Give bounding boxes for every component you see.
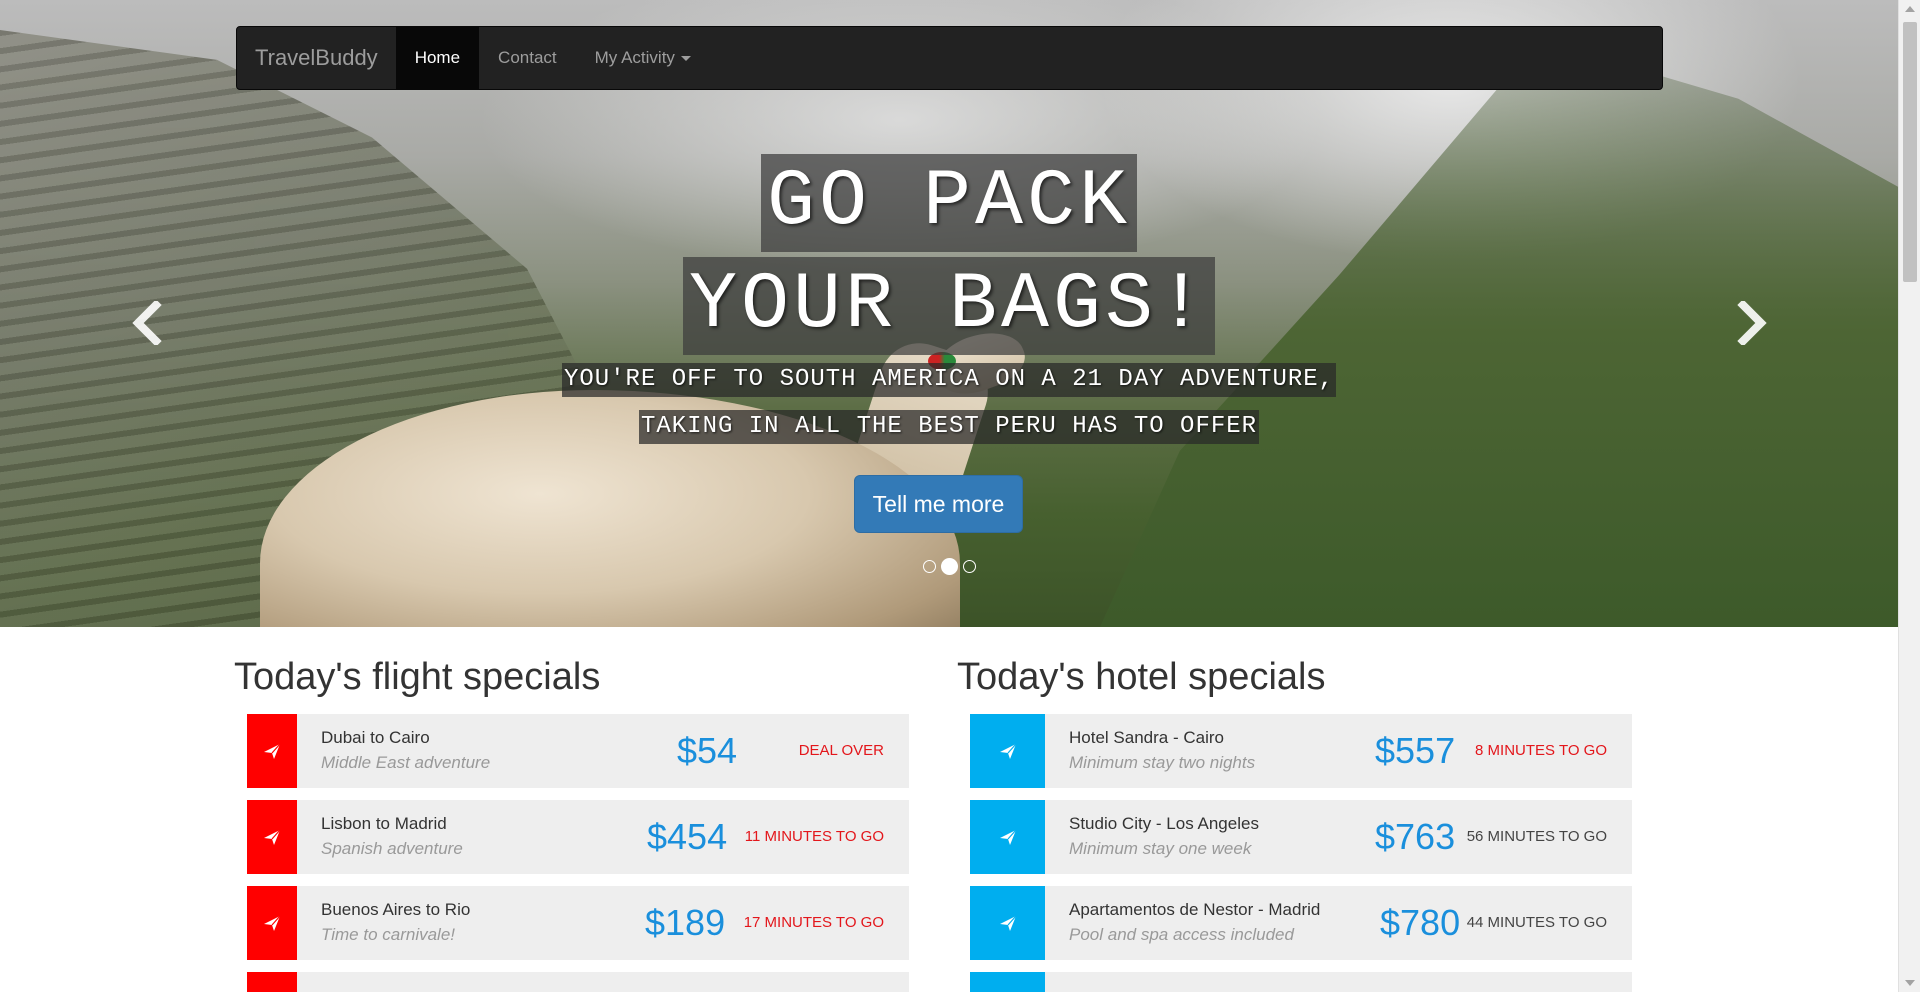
deal-price: $54: [677, 730, 738, 771]
flight-deal-icon-box: [247, 886, 297, 960]
deal-title: Buenos Aires to Rio: [321, 900, 471, 919]
carousel-indicator-2[interactable]: [940, 558, 958, 575]
deal-title: Studio City - Los Angeles: [1069, 814, 1259, 833]
deal-price: $780: [1380, 902, 1461, 943]
flight-deal-icon-box: [247, 972, 297, 992]
caret-down-icon: [680, 56, 691, 62]
flight-deal-row[interactable]: Dubai to Cairo Middle East adventure $54…: [247, 714, 909, 788]
nav-item-my-activity-label: My Activity: [594, 48, 675, 67]
deal-subtitle: Middle East adventure: [321, 753, 491, 772]
deal-subtitle: Pool and spa access included: [1069, 925, 1294, 944]
flight-deal-icon-box: [247, 714, 297, 788]
paper-plane-icon: [999, 829, 1016, 845]
flight-specials-heading: Today's flight specials: [234, 656, 601, 698]
deal-title: Lisbon to Madrid: [321, 814, 447, 833]
deal-subtitle: Minimum stay one week: [1069, 839, 1252, 858]
deal-status: 17 MINUTES TO GO: [743, 914, 884, 931]
page: TravelBuddy Home Contact My Activity GO …: [0, 0, 1898, 992]
deal-price: $454: [647, 816, 728, 857]
flight-deal-row-partial[interactable]: [247, 972, 909, 992]
hero-subheading-line-1-text: YOU'RE OFF TO SOUTH AMERICA ON A 21 DAY …: [561, 363, 1337, 397]
deal-status: 44 MINUTES TO GO: [1466, 914, 1607, 931]
navbar-brand[interactable]: TravelBuddy: [237, 27, 396, 89]
hotel-deal-icon-box: [970, 886, 1045, 960]
carousel-indicator-3[interactable]: [962, 560, 976, 573]
hotel-deal-icon-box: [970, 714, 1045, 788]
flight-specials: Today's flight specials Dubai to Cairo M…: [234, 640, 914, 992]
hotel-deal-icon-box: [970, 972, 1045, 992]
nav-item-home-label: Home: [414, 48, 461, 67]
nav-item-contact-label: Contact: [498, 48, 557, 67]
hotel-deal-row[interactable]: Apartamentos de Nestor - Madrid Pool and…: [970, 886, 1632, 960]
deal-title: Hotel Sandra - Cairo: [1069, 728, 1224, 747]
hero-headline-line-1-text: GO PACK: [760, 154, 1138, 252]
hotel-specials-heading: Today's hotel specials: [957, 656, 1326, 698]
carousel-indicators: [0, 558, 1898, 575]
deal-status: 8 MINUTES TO GO: [1475, 742, 1607, 759]
deal-subtitle: Time to carnivale!: [321, 925, 456, 944]
hero-subheading-line-2-text: TAKING IN ALL THE BEST PERU HAS TO OFFER: [638, 410, 1260, 444]
hero-headline-line-2: YOUR BAGS!: [0, 257, 1898, 355]
hotel-deal-icon-box: [970, 800, 1045, 874]
paper-plane-icon: [999, 915, 1016, 931]
navbar: TravelBuddy Home Contact My Activity: [236, 26, 1663, 90]
scrollbar-thumb[interactable]: [1903, 22, 1917, 282]
hotel-deal-row-partial[interactable]: [970, 972, 1632, 992]
flight-deal-row[interactable]: Lisbon to Madrid Spanish adventure $454 …: [247, 800, 909, 874]
hero-carousel: TravelBuddy Home Contact My Activity GO …: [0, 0, 1898, 627]
deal-price: $763: [1375, 816, 1456, 857]
hotel-deal-row[interactable]: Hotel Sandra - Cairo Minimum stay two ni…: [970, 714, 1632, 788]
hero-headline-line-1: GO PACK: [0, 154, 1898, 252]
deal-price: $189: [645, 902, 726, 943]
paper-plane-icon: [264, 743, 281, 759]
nav-item-home[interactable]: Home: [395, 27, 480, 89]
deal-subtitle: Minimum stay two nights: [1069, 753, 1256, 772]
deal-title: Dubai to Cairo: [321, 728, 430, 747]
nav-item-contact[interactable]: Contact: [479, 27, 576, 89]
scroll-up-arrow-icon[interactable]: [1905, 6, 1915, 12]
hotel-specials: Today's hotel specials Hotel Sandra - Ca…: [957, 640, 1637, 992]
paper-plane-icon: [999, 743, 1016, 759]
flight-deal-icon-box: [247, 800, 297, 874]
paper-plane-icon: [264, 829, 281, 845]
hero-subheading-line-2: TAKING IN ALL THE BEST PERU HAS TO OFFER: [0, 410, 1898, 444]
deal-status: 11 MINUTES TO GO: [744, 828, 884, 845]
deal-status: 56 MINUTES TO GO: [1466, 828, 1607, 845]
tell-me-more-button[interactable]: Tell me more: [854, 475, 1023, 533]
page-scrollbar[interactable]: [1898, 0, 1920, 992]
deal-status: DEAL OVER: [798, 742, 884, 759]
hotel-deal-row[interactable]: Studio City - Los Angeles Minimum stay o…: [970, 800, 1632, 874]
deal-subtitle: Spanish adventure: [321, 839, 463, 858]
hero-subheading-line-1: YOU'RE OFF TO SOUTH AMERICA ON A 21 DAY …: [0, 363, 1898, 397]
carousel-indicator-1[interactable]: [922, 560, 936, 573]
scroll-down-arrow-icon[interactable]: [1905, 980, 1915, 986]
deal-title: Apartamentos de Nestor - Madrid: [1069, 900, 1321, 919]
hero-headline-line-2-text: YOUR BAGS!: [682, 257, 1216, 355]
nav-item-my-activity[interactable]: My Activity: [576, 27, 710, 89]
paper-plane-icon: [264, 915, 281, 931]
flight-deal-row[interactable]: Buenos Aires to Rio Time to carnivale! $…: [247, 886, 909, 960]
deal-price: $557: [1375, 730, 1456, 771]
